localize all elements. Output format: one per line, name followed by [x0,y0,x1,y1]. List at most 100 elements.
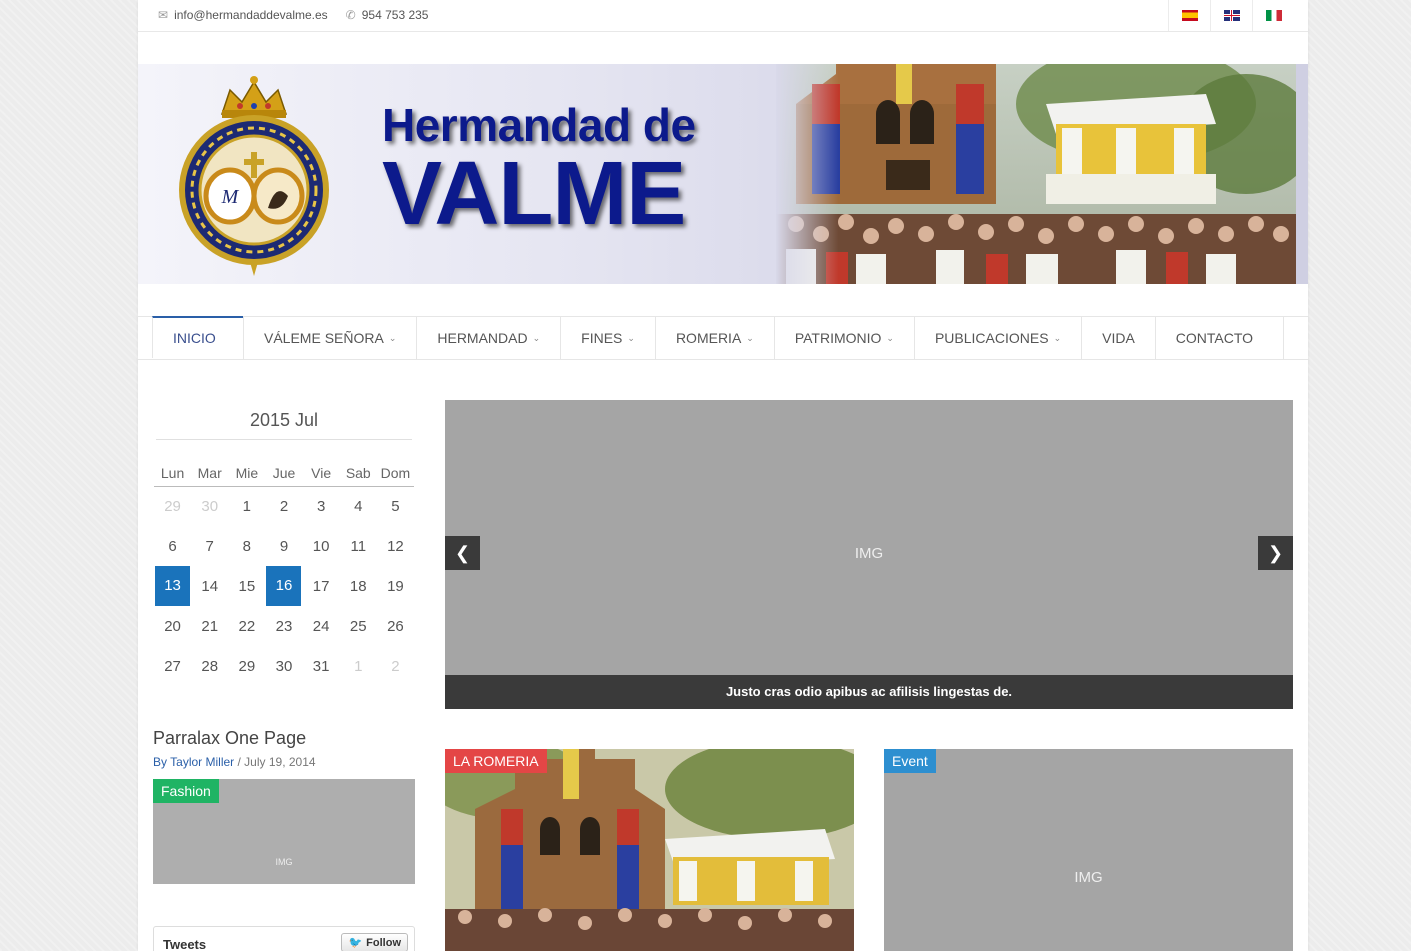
calendar-day-number: 15 [238,577,256,595]
procession-photo [776,64,1296,284]
slider-caption: Justo cras odio apibus ac afilisis linge… [445,675,1293,709]
calendar-day: 1 [228,486,265,526]
language-en-button[interactable] [1210,0,1252,31]
language-es-button[interactable] [1168,0,1210,31]
calendar-title: 2015 Jul [156,400,412,440]
nav-item-patrimonio[interactable]: PATRIMONIO ⌄ [773,317,914,359]
post-card-event[interactable]: Event IMG [884,749,1293,951]
calendar-day: 8 [228,526,265,566]
calendar-day: 29 [154,486,191,526]
calendar-day-number: 8 [242,537,252,555]
calendar-day-number: 4 [354,497,363,515]
calendar-day-number: 19 [387,577,404,595]
page: ✉ info@hermandaddevalme.es ✆ 954 753 235 [138,0,1308,951]
sidebar-post-title[interactable]: Parralax One Page [153,728,415,749]
post-by-label: By [153,755,168,769]
calendar-day-number: 1 [354,657,363,675]
calendar-day-event[interactable]: 13 [154,566,191,606]
nav-item-label: CONTACTO [1175,330,1254,346]
calendar-day-number: 24 [312,617,330,635]
post-date: / July 19, 2014 [237,755,316,769]
calendar-day: 18 [340,566,377,606]
calendar-day-number: 22 [238,617,256,635]
nav-item-fines[interactable]: FINES ⌄ [560,317,655,359]
romeria-photo [445,749,854,951]
slider-next-button[interactable]: ❯ [1258,536,1293,570]
sidebar-post-image[interactable]: Fashion IMG [153,779,415,884]
calendar-day: 22 [228,606,265,646]
calendar-day: 12 [377,526,414,566]
nav-item-label: ROMERIA [675,330,742,346]
header-banner[interactable]: M Hermandad de VALME [138,64,1308,284]
calendar-week: 6 7 8 9 10 11 12 [154,526,414,566]
nav-item-contacto[interactable]: CONTACTO [1154,317,1285,359]
follow-label: Follow [366,936,401,949]
calendar-day: 2 [265,486,302,526]
calendar-day-number: 20 [164,617,181,635]
spain-flag-icon [1181,10,1198,21]
chevron-down-icon: ⌄ [627,332,635,343]
phone-text: 954 753 235 [361,8,429,22]
calendar-week: 13 14 15 16 17 18 19 [154,566,414,606]
calendar-weekday: Jue [265,460,303,487]
calendar-day-number: 13 [155,566,191,606]
category-tag[interactable]: Fashion [153,779,219,803]
calendar-day: 30 [191,486,228,526]
category-tag[interactable]: LA ROMERIA [445,749,547,773]
calendar-day: 27 [154,646,191,686]
calendar-day-number: 10 [312,537,330,555]
calendar-day-event[interactable]: 16 [265,566,302,606]
phone-link[interactable]: ✆ 954 753 235 [346,8,429,22]
nav-item-publicaciones[interactable]: PUBLICACIONES ⌄ [913,317,1081,359]
nav-item-label: FINES [581,330,623,346]
calendar-day: 29 [228,646,265,686]
nav-item-label: PATRIMONIO [794,330,882,346]
language-it-button[interactable] [1252,0,1294,31]
top-bar: ✉ info@hermandaddevalme.es ✆ 954 753 235 [138,0,1308,32]
calendar-day-number: 9 [279,537,289,555]
nav-item-hermandad[interactable]: HERMANDAD ⌄ [416,317,560,359]
chevron-down-icon: ⌄ [532,332,541,343]
calendar-day-number: 11 [350,537,367,555]
calendar-day-number: 18 [349,577,367,595]
nav-item-inicio[interactable]: INICIO [152,316,243,358]
image-placeholder-label: IMG [854,545,884,562]
calendar-weekday: Vie [302,460,340,487]
calendar-grid: Lun Mar Mie Jue Vie Sab Dom 29 30 1 2 3 4 5 6 7 8 9 10 11 1… [154,460,414,686]
calendar-weekday: Dom [376,460,414,487]
brotherhood-crest-logo: M [179,76,329,276]
calendar-weekday: Lun [154,460,192,487]
calendar-day: 20 [154,606,191,646]
post-card-romeria[interactable]: LA ROMERIA [445,749,854,951]
tweets-title: Tweets [163,937,207,951]
email-link[interactable]: ✉ info@hermandaddevalme.es [158,8,328,22]
calendar-day-number: 28 [201,657,219,675]
calendar-day: 11 [340,526,377,566]
calendar-day: 1 [340,646,377,686]
calendar-day: 24 [303,606,340,646]
calendar-day: 25 [340,606,377,646]
calendar-day-number: 21 [201,617,219,635]
calendar-day-number: 6 [168,537,177,555]
category-tag[interactable]: Event [884,749,936,773]
phone-icon: ✆ [345,8,356,22]
chevron-down-icon: ⌄ [388,332,397,343]
nav-item-romeria[interactable]: ROMERIA ⌄ [654,317,774,359]
calendar-day-number: 17 [312,577,330,595]
nav-item-vida[interactable]: VIDA [1081,317,1155,359]
svg-text:M: M [221,186,240,208]
chevron-right-icon: ❯ [1267,542,1284,563]
calendar-day-number: 1 [242,497,252,515]
slider-prev-button[interactable]: ❮ [445,536,480,570]
calendar-day: 26 [377,606,414,646]
calendar-day: 31 [303,646,340,686]
nav-item-valeme-senora[interactable]: VÁLEME SEÑORA ⌄ [243,317,416,359]
twitter-follow-button[interactable]: 🐦 Follow [341,933,408,951]
nav-item-label: VIDA [1102,330,1135,346]
calendar-day: 7 [191,526,228,566]
post-author-link[interactable]: Taylor Miller [170,755,234,769]
calendar-day-number: 5 [391,497,400,515]
tweets-widget: Tweets 🐦 Follow [153,926,415,951]
calendar-week: 27 28 29 30 31 1 2 [154,646,414,686]
image-slider[interactable]: IMG ❮ ❯ Justo cras odio apibus ac afilis… [445,400,1293,709]
